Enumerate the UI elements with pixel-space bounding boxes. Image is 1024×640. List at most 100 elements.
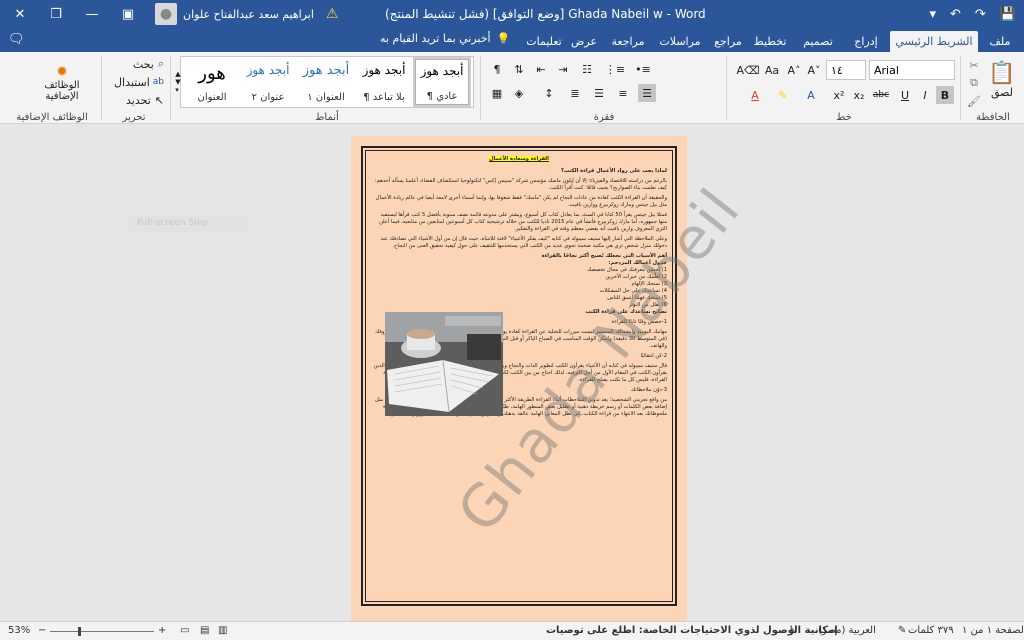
addins-button[interactable]: ✹ الوظائف الإضافية <box>40 58 84 108</box>
tab-references[interactable]: مراجع <box>710 31 746 52</box>
tab-help[interactable]: تعليمات <box>520 31 568 52</box>
underline-button[interactable]: U <box>896 86 914 104</box>
ltr-icon[interactable]: ⇥ <box>554 60 572 78</box>
replace-icon: ab <box>152 77 164 87</box>
tab-view[interactable]: عرض <box>568 31 600 52</box>
document-area[interactable]: Full-screen Snip القراءة وسعادة الأعمال … <box>0 124 1024 621</box>
zoom-out-icon[interactable]: − <box>38 625 46 636</box>
tab-file[interactable]: ملف <box>982 31 1018 52</box>
find-button[interactable]: بحث ⌕ <box>108 56 164 72</box>
style-normal[interactable]: أبجد هوز ¶ عادي <box>413 57 471 107</box>
bullets-icon[interactable]: •≡ <box>634 60 652 78</box>
borders-icon[interactable]: ▦ <box>488 84 506 102</box>
tab-mailings[interactable]: مراسلات <box>655 31 705 52</box>
show-formatting-icon[interactable]: ¶ <box>488 60 506 78</box>
cut-icon[interactable]: ✂ <box>966 58 982 72</box>
select-label: تحديد <box>126 93 151 107</box>
close-window-button[interactable]: ✕ <box>0 0 40 28</box>
page-number[interactable]: الصفحة ١ من ١ <box>962 625 1024 636</box>
copy-icon[interactable]: ⧉ <box>966 76 982 90</box>
comments-icon[interactable]: 🗨 <box>8 32 25 47</box>
zoom-slider[interactable] <box>50 631 154 632</box>
text-effects-icon[interactable]: A <box>800 86 822 104</box>
align-right-icon[interactable]: ☰ <box>638 84 656 102</box>
paste-button[interactable]: 📋 لصق <box>986 56 1018 104</box>
style-heading-2[interactable]: أبجد هوز عنوان ٢ <box>241 59 295 105</box>
undo-icon[interactable]: ↶ <box>950 7 961 22</box>
tab-layout[interactable]: تخطيط <box>750 31 790 52</box>
multilevel-list-icon[interactable]: ☷ <box>578 60 596 78</box>
style-sample: أبجد هوز <box>246 63 290 77</box>
save-icon[interactable]: 💾 <box>1000 7 1016 22</box>
justify-icon[interactable]: ≣ <box>566 84 584 102</box>
style-sample: أبجد هوز <box>362 63 406 77</box>
center-icon[interactable]: ≡ <box>614 84 632 102</box>
line-spacing-icon[interactable]: ↕ <box>540 84 558 102</box>
user-account[interactable]: ● ابراهيم سعد عبدالفتاح علوان ⚠ <box>155 3 338 25</box>
word-count[interactable]: ٣٧٩ كلمات <box>908 625 954 636</box>
document-heading: القراءة وسعادة الأعمال <box>371 156 667 163</box>
minimize-window-button[interactable]: — <box>72 0 112 28</box>
tab-design[interactable]: تصميم <box>795 31 841 52</box>
document-page[interactable]: القراءة وسعادة الأعمال لماذا يجب على روا… <box>351 136 754 621</box>
tab-insert[interactable]: إدراج <box>847 31 885 52</box>
style-sample: هور <box>198 63 226 84</box>
read-mode-icon[interactable]: ▥ <box>218 625 227 636</box>
status-bar: 53% − + ▭ ▤ ▥ إمكانية الوصول لذوي الاحتي… <box>0 621 1024 640</box>
replace-label: استبدال <box>114 75 150 89</box>
zoom-in-icon[interactable]: + <box>158 625 166 636</box>
strikethrough-button[interactable]: abc <box>870 86 892 104</box>
user-name: ابراهيم سعد عبدالفتاح علوان <box>183 7 314 21</box>
zoom-slider-thumb[interactable] <box>78 627 81 636</box>
clipboard-group-label: الحافظة <box>976 112 1010 123</box>
styles-gallery[interactable]: هور العنوان أبجد هوز عنوان ٢ أبجد هوز ال… <box>180 56 474 108</box>
align-left-icon[interactable]: ☰ <box>590 84 608 102</box>
change-case-icon[interactable]: Aa <box>762 62 782 78</box>
book-coffee-photo[interactable] <box>385 312 503 416</box>
web-layout-icon[interactable]: ▭ <box>180 625 189 636</box>
paragraph: والحقيقة أن القراءة الكتب كعادة من عادات… <box>375 195 667 208</box>
language-status[interactable]: العربية (مصر) <box>818 625 876 636</box>
subscript-icon[interactable]: x₂ <box>850 86 868 104</box>
editing-group-label: تحرير <box>122 112 146 123</box>
format-painter-icon[interactable]: 🖌 <box>966 94 982 108</box>
numbering-icon[interactable]: ⋮≡ <box>605 60 625 78</box>
shading-icon[interactable]: ◈ <box>510 84 528 102</box>
shrink-font-icon[interactable]: A˅ <box>806 62 822 78</box>
replace-button[interactable]: استبدال ab <box>104 74 164 90</box>
proofing-icon[interactable]: ✎ <box>898 625 906 636</box>
font-name-input[interactable]: Arial <box>869 60 955 80</box>
quick-access-toolbar: ▾ ↶ ↷ 💾 <box>929 0 1016 28</box>
font-size-input[interactable]: ١٤ <box>826 60 866 80</box>
zoom-level[interactable]: 53% <box>8 625 30 636</box>
restore-window-button[interactable]: ❐ <box>36 0 76 28</box>
styles-scroll[interactable]: ▲ ▼ ▾ <box>174 56 182 108</box>
print-layout-icon[interactable]: ▤ <box>200 625 209 636</box>
tell-me-search[interactable]: 💡 أخبرني بما تريد القيام به <box>380 32 510 45</box>
redo-icon[interactable]: ↷ <box>975 7 986 22</box>
select-button[interactable]: تحديد ↖ <box>108 92 164 108</box>
style-heading-1[interactable]: أبجد هوز العنوان ١ <box>299 59 353 105</box>
rtl-icon[interactable]: ⇤ <box>532 60 550 78</box>
accessibility-icon: ♿ <box>788 625 797 636</box>
superscript-icon[interactable]: x² <box>830 86 848 104</box>
font-color-icon[interactable]: A <box>744 86 766 104</box>
tab-home[interactable]: الشريط الرئيسي <box>890 31 978 52</box>
style-sample: أبجد هوز <box>420 64 464 78</box>
ribbon-display-options-button[interactable]: ▣ <box>108 0 148 28</box>
highlight-icon[interactable]: ✎ <box>772 86 794 104</box>
clear-format-icon[interactable]: A⌫ <box>736 62 759 78</box>
grow-font-icon[interactable]: A˄ <box>786 62 802 78</box>
divider <box>170 56 171 120</box>
italic-button[interactable]: I <box>916 86 934 104</box>
customize-qat-icon[interactable]: ▾ <box>929 7 936 22</box>
sort-icon[interactable]: ⇅ <box>510 60 528 78</box>
tab-review[interactable]: مراجعة <box>605 31 651 52</box>
style-no-spacing[interactable]: أبجد هوز ¶ بلا تباعد <box>357 59 411 105</box>
style-title[interactable]: هور العنوان <box>185 59 239 105</box>
bold-button[interactable]: B <box>936 86 954 104</box>
font-group-label: خط <box>836 112 852 123</box>
font-size-value: ١٤ <box>831 63 843 77</box>
style-name: عنوان ٢ <box>251 92 285 103</box>
title-bar: ✕ ❐ — ▣ ● ابراهيم سعد عبدالفتاح علوان ⚠ … <box>0 0 1024 28</box>
